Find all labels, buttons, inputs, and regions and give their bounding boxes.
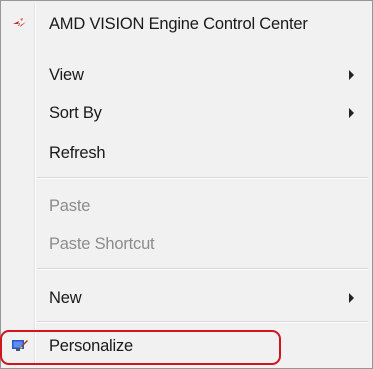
menu-item-label: Paste: [49, 196, 91, 215]
menu-item-new[interactable]: New: [3, 280, 370, 316]
menu-item-refresh[interactable]: Refresh: [3, 135, 370, 171]
submenu-arrow-icon: [349, 108, 354, 118]
menu-item-label: New: [49, 288, 82, 307]
menu-separator: [37, 177, 368, 179]
menu-item-paste-shortcut: Paste Shortcut: [3, 226, 370, 262]
menu-item-label: Personalize: [49, 336, 134, 355]
menu-item-sort-by[interactable]: Sort By: [3, 95, 370, 131]
menu-item-label: Sort By: [49, 103, 102, 122]
menu-separator: [37, 268, 368, 270]
menu-item-label: View: [49, 65, 84, 84]
menu-item-personalize[interactable]: Personalize: [3, 327, 370, 365]
submenu-arrow-icon: [349, 293, 354, 303]
menu-item-label: AMD VISION Engine Control Center: [49, 14, 308, 33]
menu-item-paste: Paste: [3, 188, 370, 224]
menu-item-label: Paste Shortcut: [49, 234, 155, 253]
submenu-arrow-icon: [349, 70, 354, 80]
amd-icon: [11, 15, 29, 33]
menu-item-label: Refresh: [49, 143, 106, 162]
desktop-context-menu: AMD VISION Engine Control Center View So…: [0, 0, 373, 369]
menu-item-amd-vision[interactable]: AMD VISION Engine Control Center: [3, 6, 370, 42]
personalize-icon: [11, 337, 29, 355]
menu-separator: [37, 321, 368, 323]
menu-item-view[interactable]: View: [3, 57, 370, 93]
